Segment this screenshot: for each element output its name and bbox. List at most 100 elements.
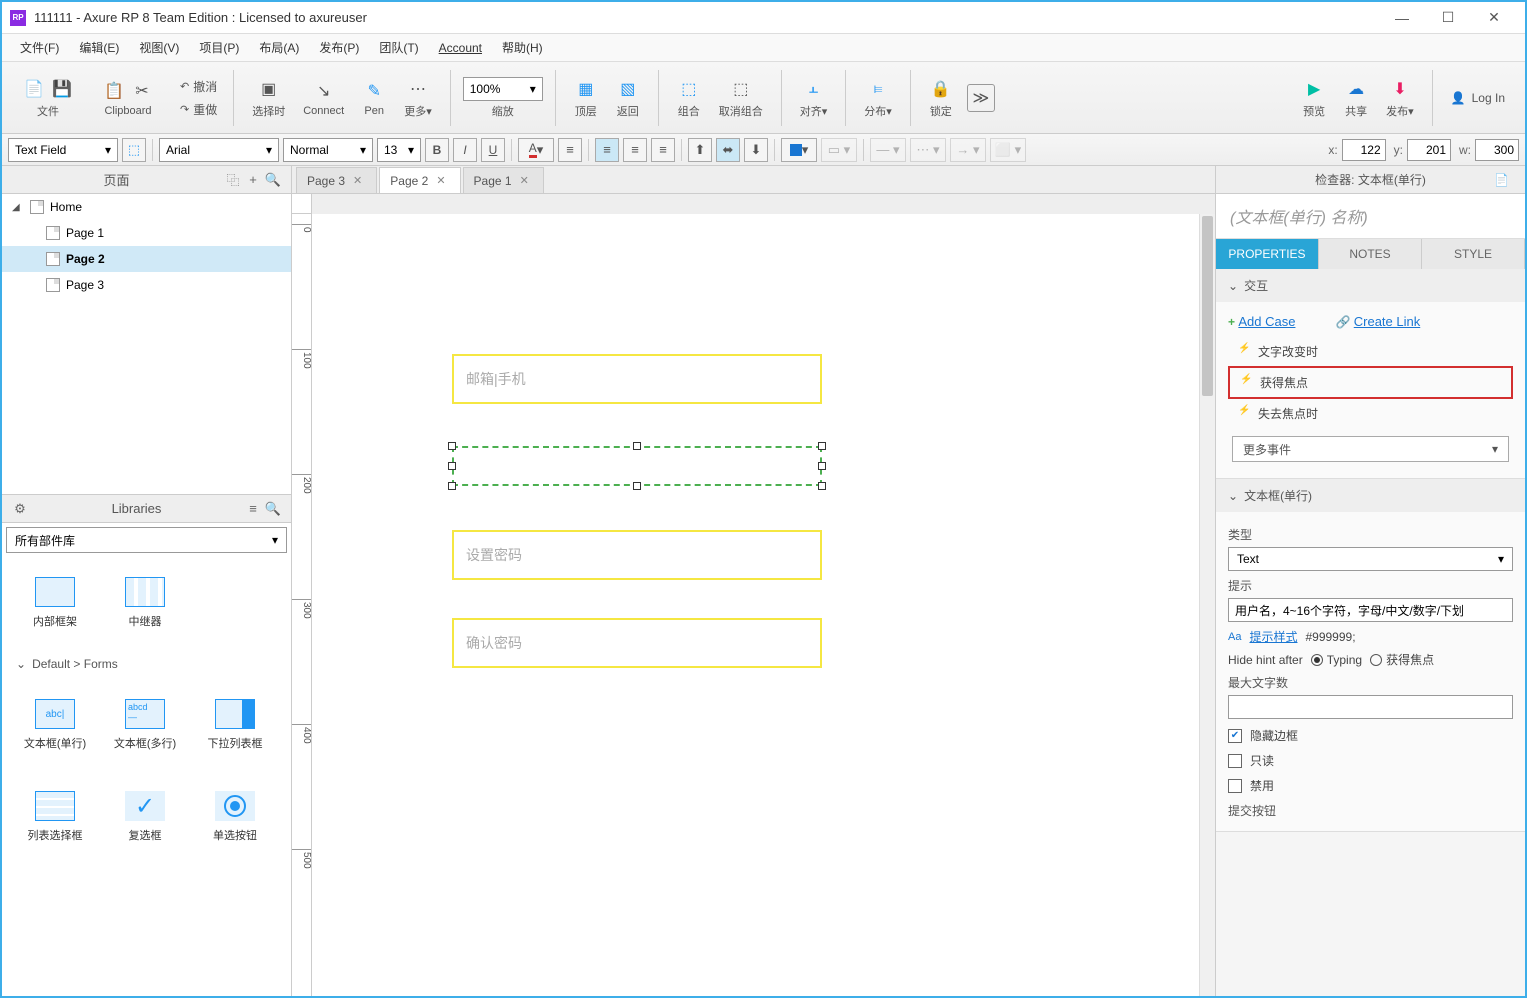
close-icon[interactable]: ✕ — [353, 174, 362, 187]
lib-category-forms[interactable]: ⌄Default > Forms — [2, 649, 291, 679]
group-button[interactable]: ⬚组合 — [671, 75, 707, 121]
resize-handle[interactable] — [448, 482, 456, 490]
readonly-checkbox[interactable]: 只读 — [1228, 752, 1513, 769]
resize-handle[interactable] — [633, 482, 641, 490]
lib-textfield[interactable]: abc|文本框(单行) — [10, 687, 100, 763]
disabled-checkbox[interactable]: 禁用 — [1228, 777, 1513, 794]
menu-arrange[interactable]: 布局(A) — [249, 35, 309, 60]
line-style-button[interactable]: ⋯ ▾ — [910, 138, 946, 162]
minimize-button[interactable]: — — [1379, 2, 1425, 34]
canvas-textfield-confirm[interactable]: 确认密码 — [452, 618, 822, 668]
section-interactions[interactable]: ⌄交互 — [1216, 269, 1525, 302]
page-props-icon[interactable]: 📄 — [1494, 173, 1509, 187]
hide-border-checkbox[interactable]: ✔隐藏边框 — [1228, 727, 1513, 744]
canvas[interactable]: 邮箱|手机 设置密码 确认密码 — [312, 214, 1215, 996]
pen-tool[interactable]: ✎Pen — [356, 77, 392, 119]
bullet-button[interactable]: ≡ — [558, 138, 582, 162]
align-button[interactable]: ⫠对齐▾ — [794, 75, 834, 121]
align-right-button[interactable]: ≡ — [651, 138, 675, 162]
widget-name-input[interactable]: (文本框(单行) 名称) — [1216, 194, 1525, 239]
font-color-button[interactable]: A ▾ — [518, 138, 554, 162]
menu-project[interactable]: 项目(P) — [189, 35, 249, 60]
menu-team[interactable]: 团队(T) — [369, 35, 428, 60]
undo-button[interactable]: ↶ 撤消 — [176, 77, 221, 96]
event-text-change[interactable]: 文字改变时 — [1228, 337, 1513, 366]
close-icon[interactable]: ✕ — [436, 174, 445, 187]
zoom-select[interactable]: 100%▾ — [463, 77, 543, 101]
valign-middle-button[interactable]: ⬌ — [716, 138, 740, 162]
widget-type-select[interactable]: Text Field▾ — [8, 138, 118, 162]
more-tool[interactable]: ⋯更多▾ — [398, 75, 438, 121]
hint-style-link[interactable]: 提示样式 — [1249, 628, 1297, 645]
lib-radio[interactable]: 单选按钮 — [190, 779, 280, 855]
hint-input[interactable] — [1228, 598, 1513, 622]
tree-page2[interactable]: Page 2 — [2, 246, 291, 272]
toolbar-overflow[interactable]: ≫ — [967, 84, 995, 112]
lib-repeater[interactable]: 中继器 — [100, 565, 190, 641]
preview-button[interactable]: ▶预览 — [1296, 75, 1332, 121]
close-icon[interactable]: ✕ — [520, 174, 529, 187]
hide-hint-typing[interactable]: Typing — [1311, 653, 1362, 667]
front-button[interactable]: ▦顶层 — [568, 75, 604, 121]
lib-menu-icon[interactable]: ⚙ — [10, 499, 30, 519]
publish-button[interactable]: ⬇发布▾ — [1380, 75, 1420, 121]
underline-button[interactable]: U — [481, 138, 505, 162]
add-folder-icon[interactable]: ⿻ — [223, 170, 243, 190]
lock-button[interactable]: 🔒锁定 — [923, 75, 959, 121]
lib-search-icon[interactable]: 🔍 — [263, 499, 283, 519]
lib-textarea[interactable]: abcd—文本框(多行) — [100, 687, 190, 763]
w-input[interactable] — [1475, 139, 1519, 161]
tree-page1[interactable]: Page 1 — [2, 220, 291, 246]
canvas-textfield-email[interactable]: 邮箱|手机 — [452, 354, 822, 404]
back-button[interactable]: ▧返回 — [610, 75, 646, 121]
lib-list-icon[interactable]: ≡ — [243, 499, 263, 519]
maxlen-input[interactable] — [1228, 695, 1513, 719]
border-style-button[interactable]: — ▾ — [870, 138, 906, 162]
align-center-button[interactable]: ≡ — [623, 138, 647, 162]
resize-handle[interactable] — [448, 442, 456, 450]
add-case-link[interactable]: + Add Case — [1228, 314, 1295, 329]
lib-droplist[interactable]: 下拉列表框 — [190, 687, 280, 763]
select-tool[interactable]: ▣选择时 — [246, 75, 291, 121]
maximize-button[interactable]: ☐ — [1425, 2, 1471, 34]
lib-checkbox[interactable]: ✓复选框 — [100, 779, 190, 855]
arrow-button[interactable]: → ▾ — [950, 138, 986, 162]
canvas-textfield-selected[interactable] — [452, 446, 822, 486]
hide-hint-focus[interactable]: 获得焦点 — [1370, 651, 1434, 668]
ungroup-button[interactable]: ⬚取消组合 — [713, 75, 769, 121]
x-input[interactable] — [1342, 139, 1386, 161]
canvas-scrollbar-v[interactable] — [1199, 214, 1215, 996]
tab-page3[interactable]: Page 3✕ — [296, 167, 377, 193]
connect-tool[interactable]: ↘Connect — [297, 77, 350, 119]
file-group[interactable]: 📄💾 文件 — [16, 75, 80, 121]
tab-page1[interactable]: Page 1✕ — [463, 167, 544, 193]
search-icon[interactable]: 🔍 — [263, 170, 283, 190]
bold-button[interactable]: B — [425, 138, 449, 162]
style-painter[interactable]: ⬚ — [122, 138, 146, 162]
lib-iframe[interactable]: 内部框架 — [10, 565, 100, 641]
font-family-select[interactable]: Arial▾ — [159, 138, 279, 162]
login-button[interactable]: 👤Log In — [1437, 91, 1519, 105]
type-select[interactable]: Text▾ — [1228, 547, 1513, 571]
event-lost-focus[interactable]: 失去焦点时 — [1228, 399, 1513, 428]
canvas-textfield-password[interactable]: 设置密码 — [452, 530, 822, 580]
italic-button[interactable]: I — [453, 138, 477, 162]
event-got-focus[interactable]: 获得焦点 — [1228, 366, 1513, 399]
menu-view[interactable]: 视图(V) — [129, 35, 189, 60]
valign-bottom-button[interactable]: ⬇ — [744, 138, 768, 162]
more-events-select[interactable]: 更多事件▾ — [1232, 436, 1509, 462]
distribute-button[interactable]: ⫢分布▾ — [858, 75, 898, 121]
menu-publish[interactable]: 发布(P) — [309, 35, 369, 60]
valign-top-button[interactable]: ⬆ — [688, 138, 712, 162]
font-size-select[interactable]: 13▾ — [377, 138, 421, 162]
tab-page2[interactable]: Page 2✕ — [379, 167, 460, 193]
font-weight-select[interactable]: Normal▾ — [283, 138, 373, 162]
fill-color-button[interactable]: ▾ — [781, 138, 817, 162]
lib-listbox[interactable]: 列表选择框 — [10, 779, 100, 855]
tree-home[interactable]: ◢Home — [2, 194, 291, 220]
tree-page3[interactable]: Page 3 — [2, 272, 291, 298]
redo-button[interactable]: ↷ 重做 — [176, 100, 221, 119]
resize-handle[interactable] — [818, 462, 826, 470]
clipboard-group[interactable]: 📋✂ Clipboard — [96, 77, 160, 119]
menu-file[interactable]: 文件(F) — [10, 35, 69, 60]
